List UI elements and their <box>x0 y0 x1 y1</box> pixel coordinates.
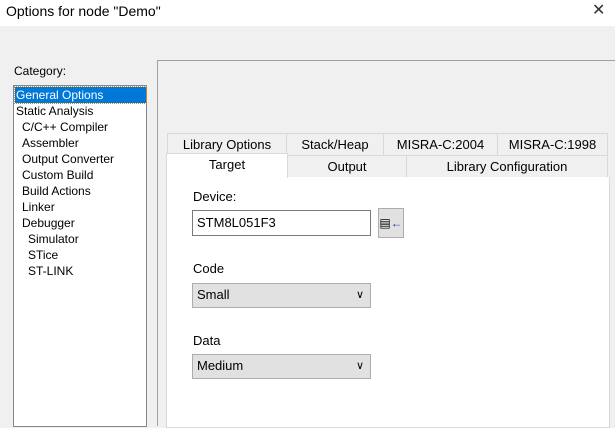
category-item-st-link[interactable]: ST-LINK <box>15 263 158 279</box>
window-title: Options for node "Demo" <box>6 3 161 19</box>
category-item-compiler[interactable]: C/C++ Compiler <box>15 119 152 135</box>
device-label: Device: <box>193 189 237 204</box>
code-label: Code <box>193 261 225 276</box>
tab-misra-2004[interactable]: MISRA-C:2004 <box>383 133 498 155</box>
category-item-assembler[interactable]: Assembler <box>15 135 152 151</box>
chevron-down-icon: ∨ <box>355 360 364 372</box>
category-item-static-analysis[interactable]: Static Analysis <box>15 103 146 119</box>
device-input[interactable]: STM8L051F3 <box>192 210 371 236</box>
chevron-down-icon: ∨ <box>355 289 364 301</box>
tab-library-options[interactable]: Library Options <box>167 133 287 155</box>
data-model-value: Medium <box>197 358 244 373</box>
category-list[interactable]: General Options Static Analysis C/C++ Co… <box>13 85 147 427</box>
category-item-general-options[interactable]: General Options <box>14 86 147 104</box>
code-model-select[interactable]: Small ∨ <box>192 283 371 308</box>
tab-target[interactable]: Target <box>166 153 288 178</box>
category-item-stice[interactable]: STice <box>15 247 158 263</box>
category-label: Category: <box>14 64 67 78</box>
title-bar: Options for node "Demo" ✕ <box>0 0 615 26</box>
data-model-select[interactable]: Medium ∨ <box>192 354 371 379</box>
tab-output[interactable]: Output <box>287 155 407 177</box>
category-item-build-actions[interactable]: Build Actions <box>15 183 152 199</box>
category-item-linker[interactable]: Linker <box>15 199 152 215</box>
data-label: Data <box>193 333 221 348</box>
device-select-button[interactable]: ▤← <box>378 208 404 238</box>
code-model-value: Small <box>197 287 230 302</box>
device-list-icon: ▤← <box>379 216 403 230</box>
category-item-output-converter[interactable]: Output Converter <box>15 151 152 167</box>
tab-misra-1998[interactable]: MISRA-C:1998 <box>497 133 608 155</box>
category-item-debugger[interactable]: Debugger <box>15 215 152 231</box>
category-item-simulator[interactable]: Simulator <box>15 231 158 247</box>
tab-library-configuration[interactable]: Library Configuration <box>406 155 608 177</box>
tab-stack-heap[interactable]: Stack/Heap <box>286 133 384 155</box>
close-icon[interactable]: ✕ <box>592 0 605 20</box>
category-item-custom-build[interactable]: Custom Build <box>15 167 152 183</box>
